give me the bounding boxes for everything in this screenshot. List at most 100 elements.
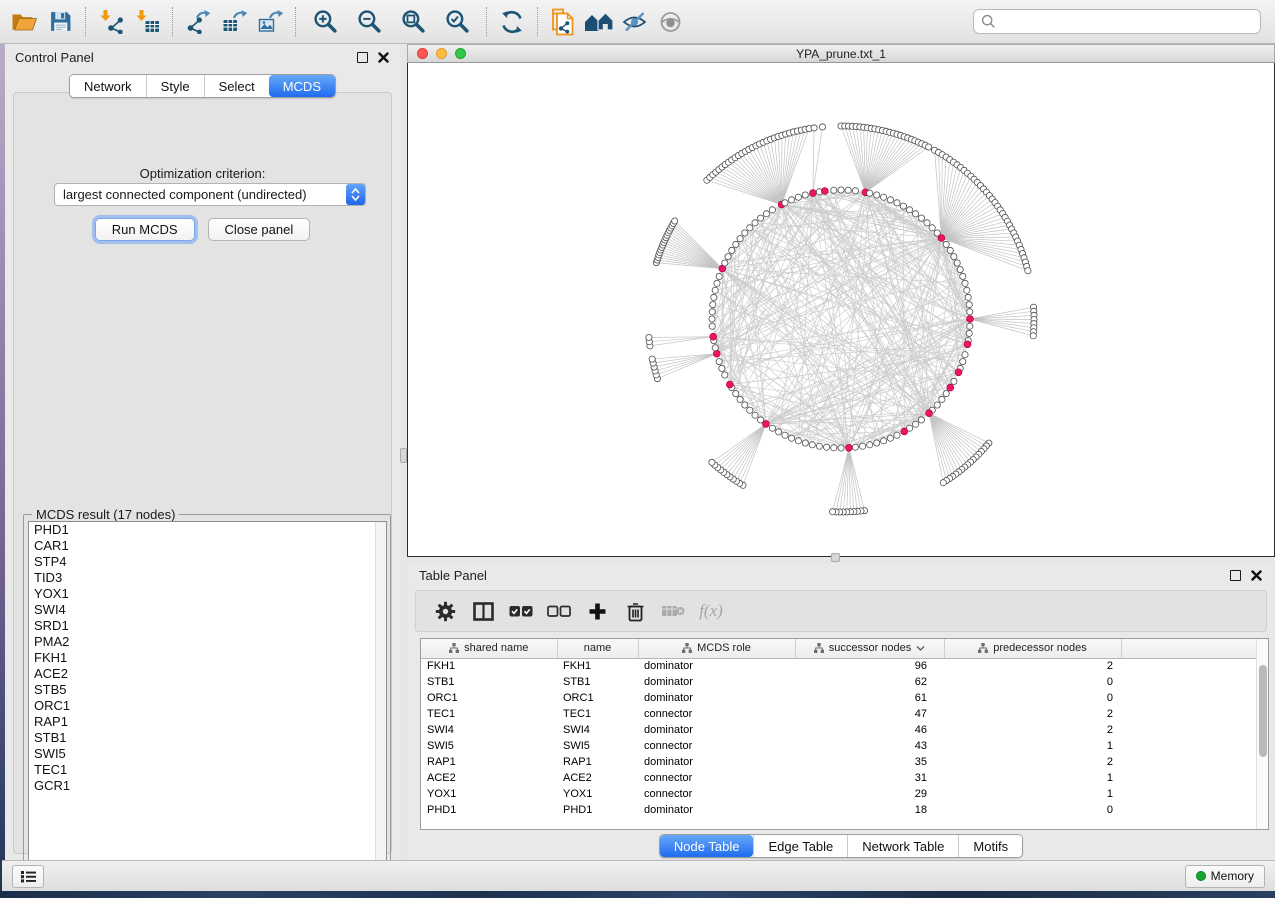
network-node[interactable] bbox=[907, 207, 913, 213]
mcds-node[interactable] bbox=[964, 341, 971, 348]
column-header-shared-name[interactable]: shared name bbox=[421, 639, 557, 658]
network-node[interactable] bbox=[737, 396, 743, 402]
network-node[interactable] bbox=[934, 402, 940, 408]
vertical-splitter[interactable] bbox=[400, 44, 407, 860]
table-row[interactable]: YOX1YOX1connector291 bbox=[421, 786, 1257, 802]
table-scrollbar[interactable] bbox=[1256, 639, 1268, 829]
network-node[interactable] bbox=[711, 294, 717, 300]
network-node[interactable] bbox=[737, 236, 743, 242]
network-node[interactable] bbox=[789, 435, 795, 441]
tab-motifs[interactable]: Motifs bbox=[958, 835, 1022, 857]
network-node[interactable] bbox=[838, 187, 844, 193]
network-node[interactable] bbox=[716, 359, 722, 365]
network-node[interactable] bbox=[714, 280, 720, 286]
show-all-button[interactable] bbox=[653, 4, 689, 40]
column-header-MCDS-role[interactable]: MCDS role bbox=[638, 639, 795, 658]
show-columns-button[interactable] bbox=[466, 595, 500, 627]
mcds-node[interactable] bbox=[846, 444, 853, 451]
network-node[interactable] bbox=[710, 302, 716, 308]
mcds-result-item[interactable]: GCR1 bbox=[29, 778, 386, 794]
column-header-successor-nodes[interactable]: successor nodes bbox=[795, 639, 944, 658]
table-row[interactable]: ACE2ACE2connector311 bbox=[421, 770, 1257, 786]
network-node[interactable] bbox=[769, 425, 775, 431]
mcds-result-item[interactable]: YOX1 bbox=[29, 586, 386, 602]
show-panels-menu-button[interactable] bbox=[12, 865, 44, 888]
network-node[interactable] bbox=[918, 417, 924, 423]
network-node[interactable] bbox=[966, 330, 972, 336]
network-node[interactable] bbox=[967, 309, 973, 315]
mcds-result-item[interactable]: CAR1 bbox=[29, 538, 386, 554]
apply-function-button[interactable]: f(x) bbox=[694, 595, 728, 627]
network-node[interactable] bbox=[789, 197, 795, 203]
mcds-node[interactable] bbox=[710, 333, 717, 340]
table-row[interactable]: SWI5SWI5connector431 bbox=[421, 738, 1257, 754]
save-session-button[interactable] bbox=[42, 4, 78, 40]
network-node[interactable] bbox=[722, 372, 728, 378]
optimization-criterion-select[interactable]: largest connected component (undirected) bbox=[54, 183, 366, 206]
mcds-node[interactable] bbox=[955, 369, 962, 376]
network-node[interactable] bbox=[951, 254, 957, 260]
memory-button[interactable]: Memory bbox=[1185, 865, 1265, 888]
mcds-list-scrollbar[interactable] bbox=[375, 522, 386, 882]
mcds-result-item[interactable]: STP4 bbox=[29, 554, 386, 570]
network-node[interactable] bbox=[747, 225, 753, 231]
tab-select[interactable]: Select bbox=[204, 75, 269, 97]
export-table-button[interactable] bbox=[216, 4, 252, 40]
apply-layout-button[interactable] bbox=[494, 4, 530, 40]
network-node[interactable] bbox=[918, 215, 924, 221]
network-node[interactable] bbox=[957, 267, 963, 273]
zoom-selected-button[interactable] bbox=[435, 4, 479, 40]
network-node[interactable] bbox=[811, 125, 817, 131]
network-node[interactable] bbox=[769, 207, 775, 213]
network-node[interactable] bbox=[1025, 268, 1031, 274]
add-column-button[interactable] bbox=[580, 595, 614, 627]
network-node[interactable] bbox=[782, 200, 788, 206]
mcds-result-item[interactable]: PMA2 bbox=[29, 634, 386, 650]
close-window-icon[interactable] bbox=[417, 48, 428, 59]
network-node[interactable] bbox=[795, 194, 801, 200]
mcds-result-item[interactable]: RAP1 bbox=[29, 714, 386, 730]
network-node[interactable] bbox=[646, 334, 652, 340]
network-node[interactable] bbox=[965, 294, 971, 300]
network-node[interactable] bbox=[709, 459, 715, 465]
table-row[interactable]: ORC1ORC1dominator610 bbox=[421, 690, 1257, 706]
network-node[interactable] bbox=[752, 220, 758, 226]
network-node[interactable] bbox=[709, 323, 715, 329]
table-row[interactable]: FKH1FKH1dominator962 bbox=[421, 658, 1257, 674]
network-node[interactable] bbox=[943, 391, 949, 397]
network-node[interactable] bbox=[747, 407, 753, 413]
select-all-button[interactable] bbox=[504, 595, 538, 627]
maximize-window-icon[interactable] bbox=[455, 48, 466, 59]
network-node[interactable] bbox=[900, 203, 906, 209]
network-node[interactable] bbox=[776, 429, 782, 435]
network-node[interactable] bbox=[939, 396, 945, 402]
network-node[interactable] bbox=[824, 444, 830, 450]
network-node[interactable] bbox=[967, 323, 973, 329]
network-node[interactable] bbox=[716, 273, 722, 279]
network-node[interactable] bbox=[887, 435, 893, 441]
mcds-result-item[interactable]: PHD1 bbox=[29, 522, 386, 538]
deselect-all-button[interactable] bbox=[542, 595, 576, 627]
mcds-node[interactable] bbox=[901, 428, 908, 435]
network-node[interactable] bbox=[960, 359, 966, 365]
network-node[interactable] bbox=[943, 241, 949, 247]
export-network-button[interactable] bbox=[180, 4, 216, 40]
tab-network[interactable]: Network bbox=[70, 75, 146, 97]
table-row[interactable]: SWI4SWI4dominator462 bbox=[421, 722, 1257, 738]
mcds-node[interactable] bbox=[810, 190, 817, 197]
network-node[interactable] bbox=[894, 200, 900, 206]
network-node[interactable] bbox=[802, 440, 808, 446]
mcds-result-item[interactable]: FKH1 bbox=[29, 650, 386, 666]
network-node[interactable] bbox=[758, 417, 764, 423]
network-node[interactable] bbox=[830, 509, 836, 515]
table-row[interactable]: PHD1PHD1dominator180 bbox=[421, 802, 1257, 818]
network-node[interactable] bbox=[709, 309, 715, 315]
mcds-node[interactable] bbox=[938, 235, 945, 242]
network-node[interactable] bbox=[962, 280, 968, 286]
table-row[interactable]: STB1STB1dominator620 bbox=[421, 674, 1257, 690]
network-node[interactable] bbox=[845, 187, 851, 193]
mcds-node[interactable] bbox=[713, 350, 720, 357]
table-row[interactable]: RAP1RAP1dominator352 bbox=[421, 754, 1257, 770]
hide-selected-button[interactable] bbox=[617, 4, 653, 40]
mcds-result-item[interactable]: ORC1 bbox=[29, 698, 386, 714]
